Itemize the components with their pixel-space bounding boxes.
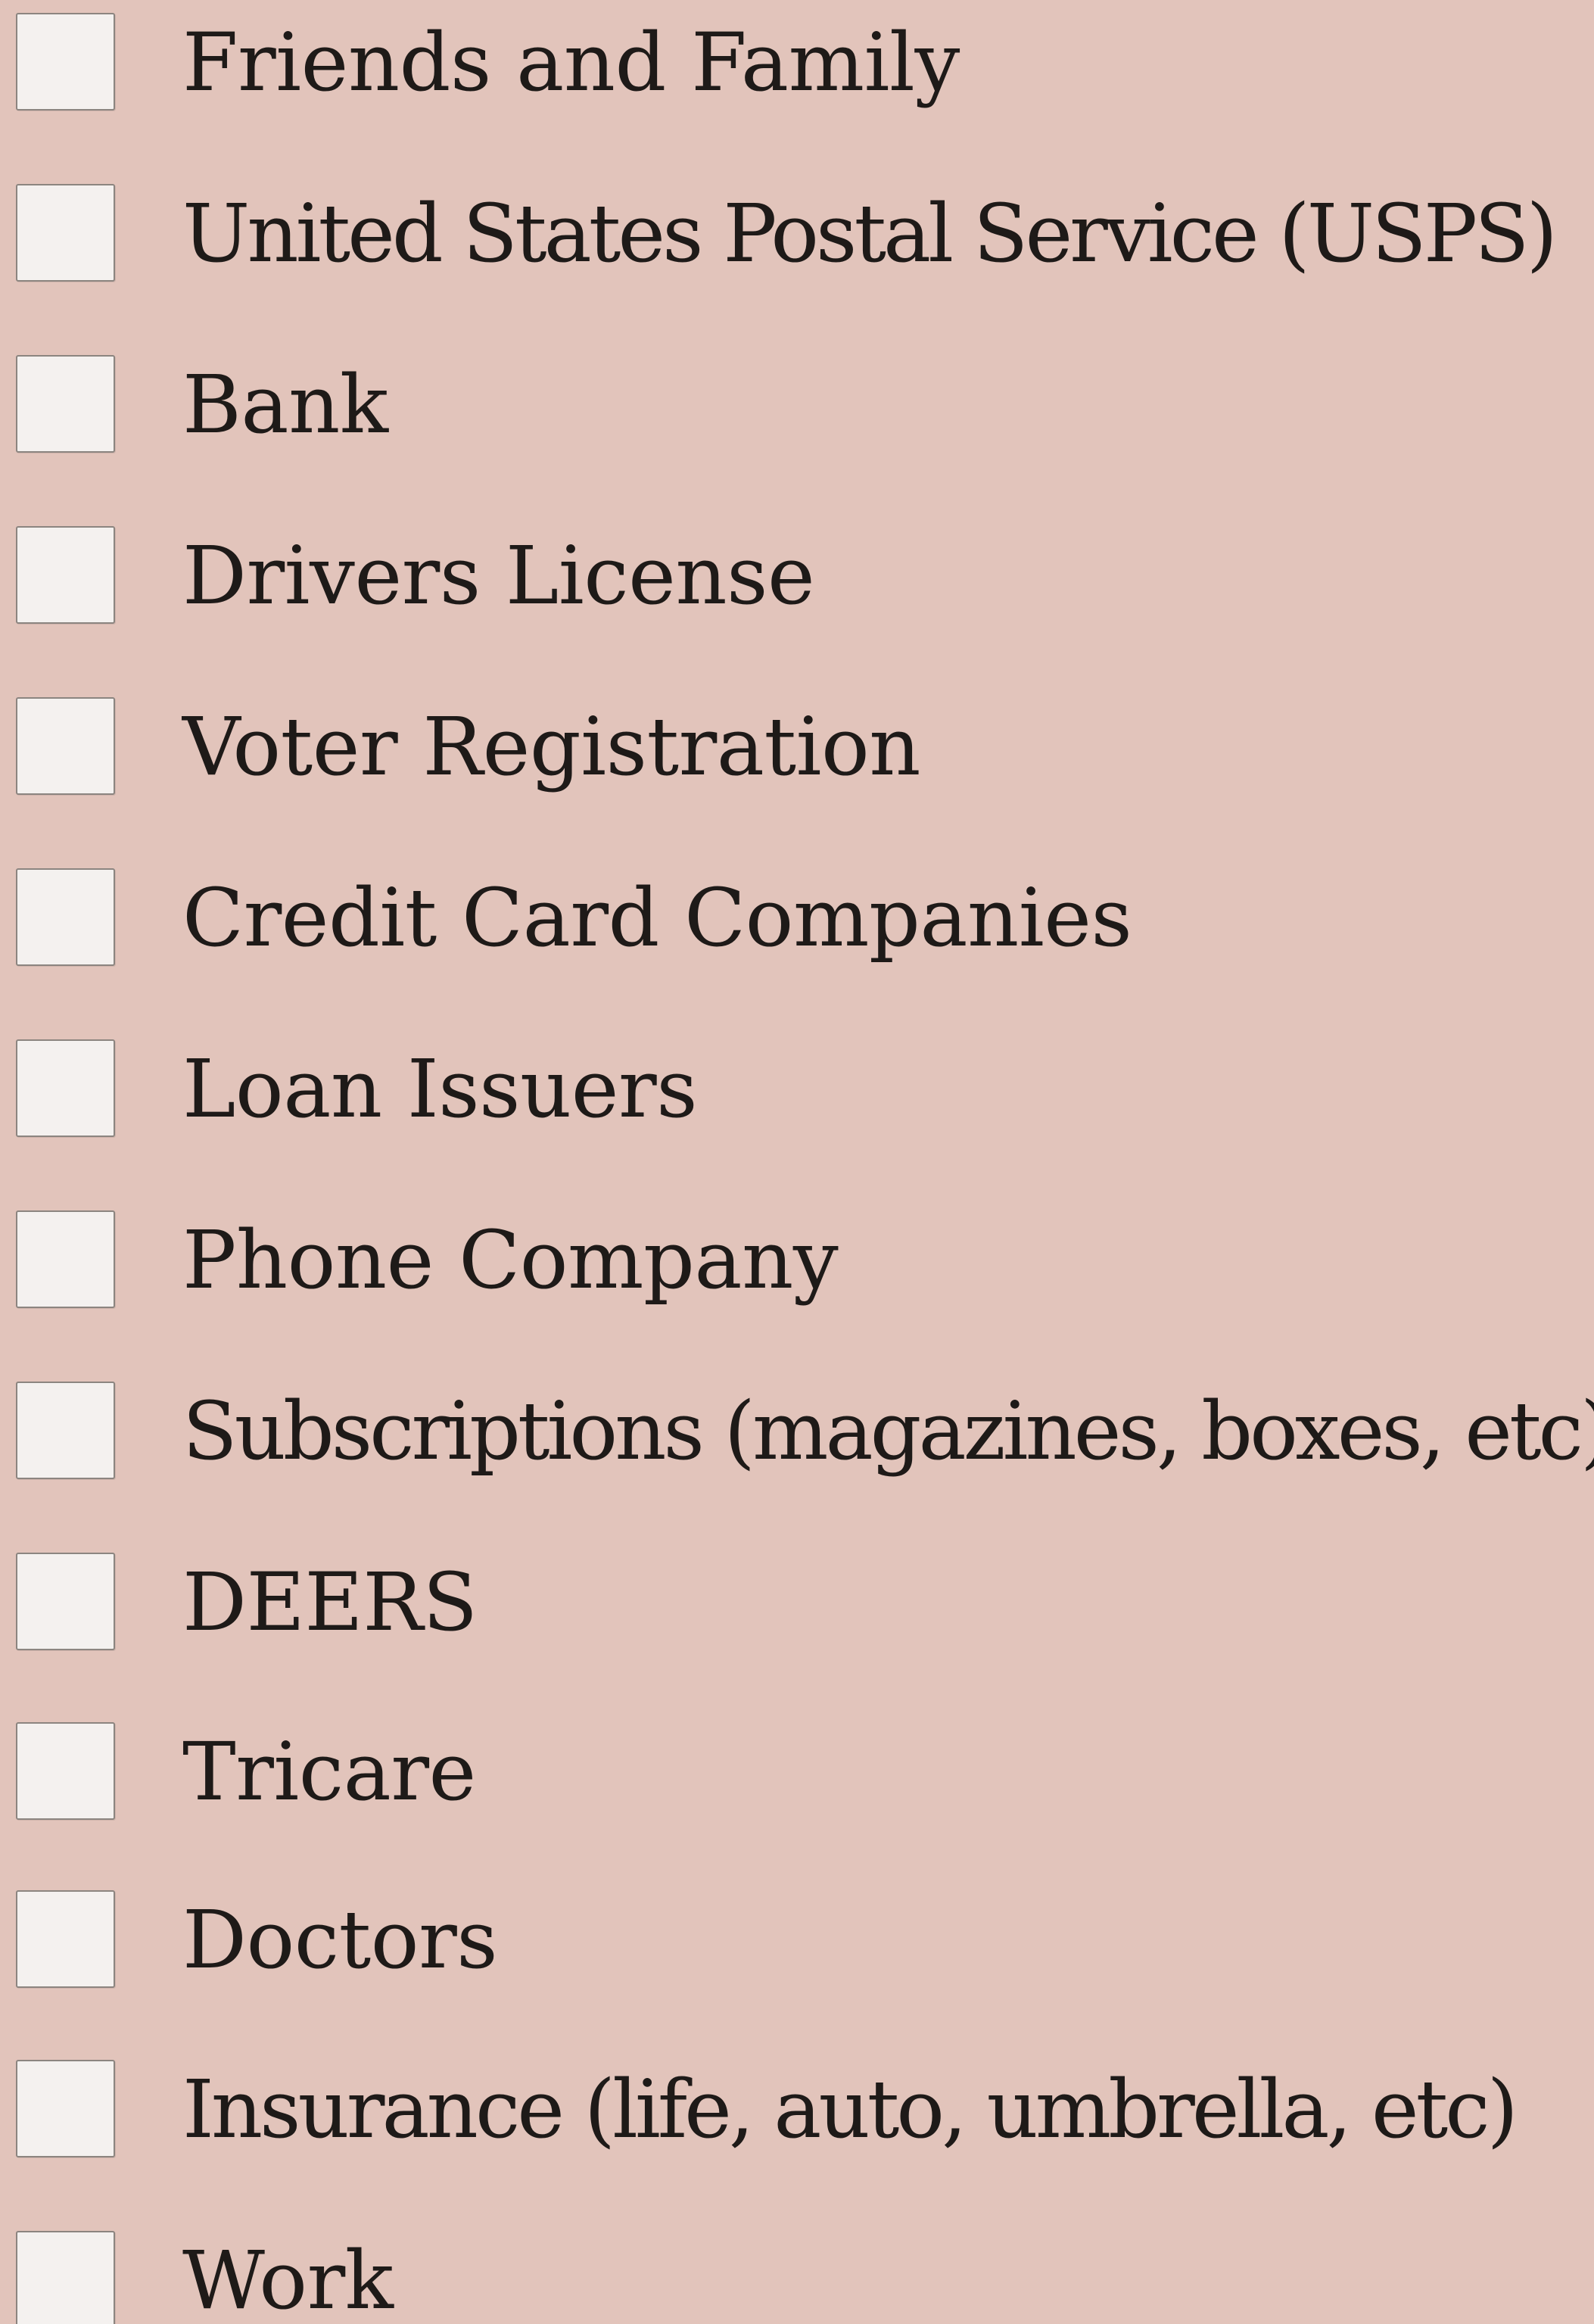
- checklist-item-label: Bank: [182, 358, 388, 451]
- checkbox[interactable]: [16, 13, 115, 111]
- checklist-item: Phone Company: [0, 1198, 1594, 1369]
- checklist-page: Friends and Family United States Postal …: [0, 0, 1594, 2324]
- checkbox[interactable]: [16, 2060, 115, 2157]
- checklist-item-label: DEERS: [182, 1556, 478, 1649]
- checklist-item: Tricare: [0, 1709, 1594, 1880]
- checklist-item-label: Voter Registration: [182, 700, 921, 793]
- checklist-item-label: Drivers License: [182, 529, 815, 622]
- checklist-item-label: Phone Company: [182, 1213, 839, 1307]
- checklist-item: Subscriptions (magazines, boxes, etc): [0, 1369, 1594, 1540]
- checklist-item: United States Postal Service (USPS): [0, 171, 1594, 342]
- checklist-item-label: Work: [182, 2234, 394, 2324]
- checklist-item: Loan Issuers: [0, 1026, 1594, 1198]
- checklist-item-label: Credit Card Companies: [182, 871, 1132, 964]
- checklist-item-label: Insurance (life, auto, umbrella, etc): [182, 2063, 1518, 2156]
- checkbox[interactable]: [16, 1039, 115, 1137]
- checkbox[interactable]: [16, 184, 115, 282]
- checklist-item-label: Friends and Family: [182, 16, 960, 109]
- checklist-item: Drivers License: [0, 513, 1594, 684]
- checklist-item-label: Doctors: [182, 1893, 498, 1986]
- checkbox[interactable]: [16, 1722, 115, 1820]
- checklist-item: Voter Registration: [0, 684, 1594, 855]
- checkbox[interactable]: [16, 868, 115, 966]
- checklist-item: Insurance (life, auto, umbrella, etc): [0, 2047, 1594, 2218]
- checkbox[interactable]: [16, 355, 115, 453]
- checklist-item: Work: [0, 2218, 1594, 2324]
- checklist-item: Doctors: [0, 1877, 1594, 2048]
- checkbox[interactable]: [16, 1890, 115, 1988]
- checklist-item: Credit Card Companies: [0, 855, 1594, 1026]
- checkbox[interactable]: [16, 1382, 115, 1479]
- checkbox[interactable]: [16, 526, 115, 624]
- checklist-item-label: Tricare: [182, 1725, 476, 1818]
- checklist-item-label: United States Postal Service (USPS): [182, 187, 1558, 280]
- checklist-item-label: Loan Issuers: [182, 1042, 698, 1136]
- checklist-item: Friends and Family: [0, 0, 1594, 171]
- checkbox[interactable]: [16, 697, 115, 795]
- checklist-item-label: Subscriptions (magazines, boxes, etc): [182, 1385, 1594, 1478]
- checkbox[interactable]: [16, 1210, 115, 1308]
- checkbox[interactable]: [16, 2231, 115, 2324]
- checklist-item: DEERS: [0, 1540, 1594, 1711]
- checkbox[interactable]: [16, 1553, 115, 1650]
- checklist-item: Bank: [0, 342, 1594, 513]
